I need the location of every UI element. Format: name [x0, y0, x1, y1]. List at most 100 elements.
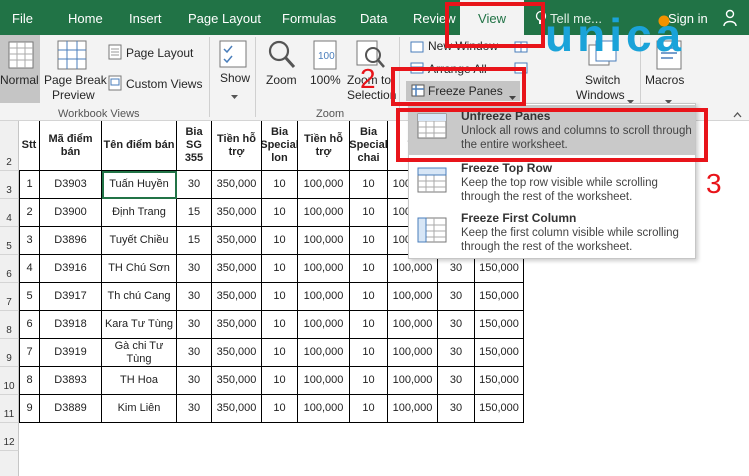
- table-cell[interactable]: 150,000: [475, 367, 524, 395]
- table-cell[interactable]: 30: [177, 171, 212, 199]
- table-cell[interactable]: D3889: [40, 395, 102, 423]
- column-header-cell[interactable]: Bia Special chai: [350, 121, 388, 171]
- custom-views-button[interactable]: Custom Views: [126, 77, 202, 91]
- tab-formulas[interactable]: Formulas: [282, 0, 336, 35]
- column-header-cell[interactable]: Mã điểm bán: [40, 121, 102, 171]
- table-cell[interactable]: 100,000: [298, 283, 350, 311]
- column-header-cell[interactable]: Stt: [19, 121, 40, 171]
- table-cell[interactable]: 30: [438, 255, 475, 283]
- table-cell[interactable]: 1: [19, 171, 40, 199]
- table-cell[interactable]: 15: [177, 199, 212, 227]
- table-cell[interactable]: 30: [438, 395, 475, 423]
- table-cell[interactable]: 30: [177, 367, 212, 395]
- table-cell[interactable]: 30: [177, 255, 212, 283]
- table-cell[interactable]: 100,000: [298, 171, 350, 199]
- macros-button[interactable]: Macros: [645, 73, 684, 87]
- table-cell[interactable]: 10: [262, 171, 298, 199]
- table-cell[interactable]: TH Hoa: [102, 367, 177, 395]
- table-cell[interactable]: 350,000: [212, 311, 262, 339]
- table-cell[interactable]: 10: [350, 255, 388, 283]
- table-cell[interactable]: Kim Liên: [102, 395, 177, 423]
- column-header-cell[interactable]: Tên điểm bán: [102, 121, 177, 171]
- row-header[interactable]: 8: [0, 311, 19, 339]
- table-cell[interactable]: D3919: [40, 339, 102, 367]
- table-cell[interactable]: 10: [350, 199, 388, 227]
- table-cell[interactable]: 100,000: [388, 367, 438, 395]
- table-cell[interactable]: 10: [350, 311, 388, 339]
- table-cell[interactable]: 4: [19, 255, 40, 283]
- show-button[interactable]: Show: [220, 71, 250, 85]
- table-cell[interactable]: 30: [177, 283, 212, 311]
- row-header[interactable]: 6: [0, 255, 19, 283]
- table-cell[interactable]: Kara Tư Tùng: [102, 311, 177, 339]
- table-cell[interactable]: D3900: [40, 199, 102, 227]
- table-cell[interactable]: 100,000: [298, 227, 350, 255]
- table-cell[interactable]: 10: [262, 283, 298, 311]
- table-cell[interactable]: 15: [177, 227, 212, 255]
- table-cell[interactable]: 350,000: [212, 395, 262, 423]
- table-cell[interactable]: 10: [262, 311, 298, 339]
- table-cell[interactable]: 10: [262, 227, 298, 255]
- table-cell[interactable]: 6: [19, 311, 40, 339]
- table-cell[interactable]: 350,000: [212, 255, 262, 283]
- tab-data[interactable]: Data: [360, 0, 387, 35]
- switch-windows-button[interactable]: Switch: [585, 73, 620, 87]
- table-cell[interactable]: 350,000: [212, 199, 262, 227]
- row-header[interactable]: [0, 451, 19, 476]
- table-cell[interactable]: D3916: [40, 255, 102, 283]
- column-header-cell[interactable]: Bia SG 355: [177, 121, 212, 171]
- table-cell[interactable]: D3893: [40, 367, 102, 395]
- table-cell[interactable]: 150,000: [475, 283, 524, 311]
- table-cell[interactable]: 100,000: [298, 395, 350, 423]
- row-header[interactable]: 12: [0, 423, 19, 451]
- table-cell[interactable]: 10: [350, 395, 388, 423]
- table-cell[interactable]: 10: [262, 339, 298, 367]
- table-cell[interactable]: 30: [177, 395, 212, 423]
- table-cell[interactable]: Gà chi Tư Tùng: [102, 339, 177, 367]
- normal-view-button[interactable]: Normal: [0, 35, 40, 103]
- row-header[interactable]: 11: [0, 395, 19, 423]
- table-cell[interactable]: 350,000: [212, 227, 262, 255]
- table-cell[interactable]: 150,000: [475, 395, 524, 423]
- menu-item-freeze-top-row[interactable]: Freeze Top Row Keep the top row visible …: [409, 157, 695, 207]
- tab-page-layout[interactable]: Page Layout: [188, 0, 261, 35]
- table-cell[interactable]: 5: [19, 283, 40, 311]
- table-cell[interactable]: Th chú Cang: [102, 283, 177, 311]
- tab-insert[interactable]: Insert: [129, 0, 162, 35]
- table-cell[interactable]: 100,000: [388, 255, 438, 283]
- table-cell[interactable]: D3918: [40, 311, 102, 339]
- table-cell[interactable]: 7: [19, 339, 40, 367]
- table-cell[interactable]: 30: [177, 339, 212, 367]
- tab-file[interactable]: File: [12, 0, 33, 35]
- collapse-ribbon-icon[interactable]: [733, 107, 742, 121]
- page-break-preview-button[interactable]: Page Break: [44, 73, 107, 87]
- table-cell[interactable]: 100,000: [298, 339, 350, 367]
- row-header[interactable]: 4: [0, 199, 19, 227]
- table-cell[interactable]: 100,000: [388, 395, 438, 423]
- table-cell[interactable]: 150,000: [475, 311, 524, 339]
- table-cell[interactable]: 3: [19, 227, 40, 255]
- table-cell[interactable]: 350,000: [212, 339, 262, 367]
- table-cell[interactable]: 10: [350, 339, 388, 367]
- table-cell[interactable]: 10: [350, 227, 388, 255]
- table-cell[interactable]: 30: [177, 311, 212, 339]
- table-cell[interactable]: 10: [350, 171, 388, 199]
- table-cell[interactable]: 10: [350, 283, 388, 311]
- table-cell[interactable]: 100,000: [298, 367, 350, 395]
- table-cell[interactable]: 100,000: [298, 255, 350, 283]
- table-cell[interactable]: 2: [19, 199, 40, 227]
- table-cell[interactable]: 8: [19, 367, 40, 395]
- row-header[interactable]: 9: [0, 339, 19, 367]
- table-cell[interactable]: 10: [350, 367, 388, 395]
- menu-item-freeze-first-column[interactable]: Freeze First Column Keep the first colum…: [409, 207, 695, 257]
- table-cell[interactable]: 10: [262, 395, 298, 423]
- row-header[interactable]: 3: [0, 171, 19, 199]
- table-cell[interactable]: 10: [262, 199, 298, 227]
- table-cell[interactable]: 30: [438, 283, 475, 311]
- column-header-cell[interactable]: Bia Special lon: [262, 121, 298, 171]
- table-cell[interactable]: 30: [438, 339, 475, 367]
- table-cell[interactable]: 350,000: [212, 367, 262, 395]
- page-layout-button[interactable]: Page Layout: [126, 46, 193, 60]
- table-cell[interactable]: Tuấn Huyền: [102, 171, 177, 199]
- table-cell[interactable]: D3903: [40, 171, 102, 199]
